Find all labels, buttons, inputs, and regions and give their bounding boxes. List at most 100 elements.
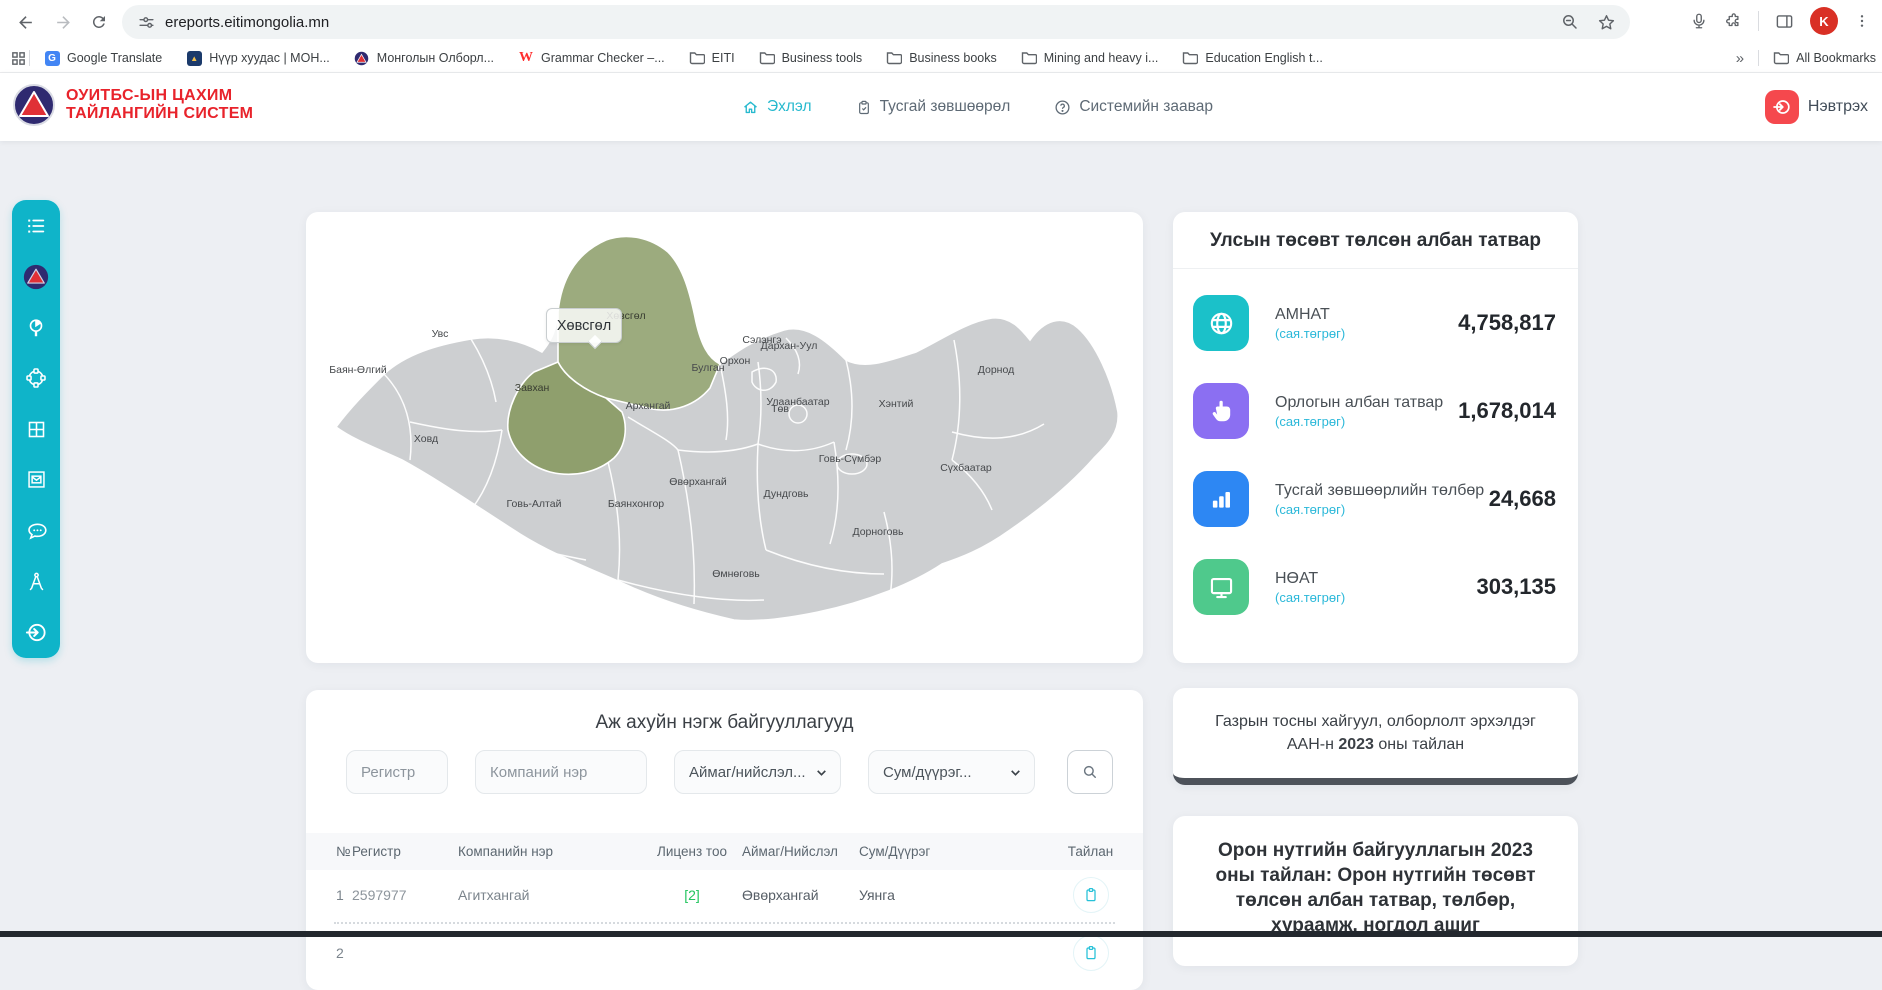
hub-network-icon[interactable] xyxy=(23,365,49,391)
bookmarks-bar: G Google Translate ▲ Нүүр хуудас | МОН..… xyxy=(0,44,1882,73)
nav-system-guide[interactable]: Системийн заавар xyxy=(1054,98,1213,116)
folder-icon xyxy=(1182,50,1198,66)
bookmark-mongol-olborloh[interactable]: Монголын Олборл... xyxy=(354,50,494,66)
report-clipboard-icon[interactable] xyxy=(1073,935,1109,971)
mail-square-icon[interactable] xyxy=(23,467,49,493)
company-filters: Аймаг/нийслэл... Сум/дүүрэг... xyxy=(306,750,1143,798)
eiti-favicon xyxy=(354,50,370,66)
map-tooltip: Хөвсгөл xyxy=(546,308,622,343)
stat-value: 4,758,817 xyxy=(1458,310,1556,336)
stat-value: 24,668 xyxy=(1489,486,1556,512)
chevron-down-icon xyxy=(1009,766,1022,779)
site-header: ОУИТБС-ЫН ЦАХИМ ТАЙЛАНГИЙН СИСТЕМ Эхлэл … xyxy=(0,73,1882,141)
folder-icon xyxy=(886,50,902,66)
register-input[interactable] xyxy=(346,750,448,794)
globe-icon xyxy=(1193,295,1249,351)
login-icon xyxy=(1765,90,1799,124)
bookmark-star-icon[interactable] xyxy=(1597,13,1616,32)
list-icon[interactable] xyxy=(23,213,49,239)
row-divider xyxy=(334,922,1115,924)
explore-magnifier-icon[interactable] xyxy=(23,315,49,341)
extensions-icon[interactable] xyxy=(1724,12,1742,30)
mic-icon[interactable] xyxy=(1690,12,1708,30)
folder-icon xyxy=(1021,50,1037,66)
logo-text-line2: ТАЙЛАНГИЙН СИСТЕМ xyxy=(66,105,253,123)
nav-special-license[interactable]: Тусгай зөвшөөрөл xyxy=(856,98,1011,116)
login-button[interactable]: Нэвтрэх xyxy=(1765,90,1868,124)
chat-dots-icon[interactable] xyxy=(23,518,49,544)
mongolia-map[interactable] xyxy=(306,212,1143,663)
stat-label: НӨАТ xyxy=(1275,570,1345,588)
stat-label: АМНАТ xyxy=(1275,306,1345,324)
forward-icon[interactable] xyxy=(48,7,78,37)
table-header: № Регистр Компанийн нэр Лиценз тоо Аймаг… xyxy=(306,833,1143,870)
bookmark-grammar-checker[interactable]: W Grammar Checker –... xyxy=(518,50,665,66)
reload-icon[interactable] xyxy=(84,7,114,37)
stat-unit: (сая.төгрөг) xyxy=(1275,590,1345,605)
stat-label: Орлогын албан татвар xyxy=(1275,394,1443,412)
w-favicon: W xyxy=(518,50,534,66)
compass-icon[interactable] xyxy=(23,568,49,594)
all-bookmarks[interactable]: All Bookmarks xyxy=(1773,50,1876,66)
gov-favicon: ▲ xyxy=(186,50,202,66)
grid-icon[interactable] xyxy=(23,416,49,442)
url-text[interactable]: ereports.eitimongolia.mn xyxy=(165,14,1561,31)
eiti-logo[interactable] xyxy=(23,264,49,290)
bookmark-folder-business-tools[interactable]: Business tools xyxy=(759,50,863,66)
stat-unit: (сая.төгрөг) xyxy=(1275,414,1443,429)
search-icon xyxy=(1081,763,1099,781)
oil-report-line2: ААН-н 2023 оны тайлан xyxy=(1287,736,1464,754)
stat-row-income-tax: Орлогын албан татвар (сая.төгрөг) 1,678,… xyxy=(1173,367,1578,455)
aimag-select[interactable]: Аймаг/нийслэл... xyxy=(674,750,841,794)
bar-chart-icon xyxy=(1193,471,1249,527)
eiti-logo xyxy=(12,83,56,127)
table-row: 1 2597977 Агитхангай [2] Өвөрхангай Уянг… xyxy=(306,870,1143,920)
main-nav: Эхлэл Тусгай зөвшөөрөл Системийн заавар xyxy=(742,73,1213,141)
bookmark-nuur-huudas[interactable]: ▲ Нүүр хуудас | МОН... xyxy=(186,50,330,66)
sum-select[interactable]: Сум/дүүрэг... xyxy=(868,750,1035,794)
monitor-icon xyxy=(1193,559,1249,615)
oil-report-line1: Газрын тосны хайгуул, олборлолт эрхэлдэг xyxy=(1215,713,1536,731)
side-panel-icon[interactable] xyxy=(1775,12,1794,31)
bookmark-google-translate[interactable]: G Google Translate xyxy=(44,50,162,66)
companies-card: Аж ахуйн нэгж байгууллагууд Аймаг/нийслэ… xyxy=(306,690,1143,990)
translate-favicon: G xyxy=(44,50,60,66)
report-clipboard-icon[interactable] xyxy=(1073,877,1109,913)
stat-row-license-fee: Тусгай зөвшөөрлийн төлбөр (сая.төгрөг) 2… xyxy=(1173,455,1578,543)
stat-value: 303,135 xyxy=(1476,574,1556,600)
profile-avatar[interactable]: K xyxy=(1810,7,1838,35)
company-name-input[interactable] xyxy=(475,750,647,794)
stat-row-amnat: АМНАТ (сая.төгрөг) 4,758,817 xyxy=(1173,279,1578,367)
bookmarks-overflow-icon[interactable]: » xyxy=(1736,50,1744,67)
oil-report-card[interactable]: Газрын тосны хайгуул, олборлолт эрхэлдэг… xyxy=(1173,688,1578,785)
address-bar[interactable]: ereports.eitimongolia.mn xyxy=(122,5,1630,39)
stat-value: 1,678,014 xyxy=(1458,398,1556,424)
zoom-out-icon[interactable] xyxy=(1561,13,1579,31)
screen-bottom-edge xyxy=(0,931,1882,937)
menu-kebab-icon[interactable] xyxy=(1854,13,1870,29)
bookmark-folder-education[interactable]: Education English t... xyxy=(1182,50,1322,66)
nav-home[interactable]: Эхлэл xyxy=(742,98,812,116)
home-icon xyxy=(742,99,759,116)
stats-title: Улсын төсөвт төлсөн албан татвар xyxy=(1173,212,1578,268)
stat-label: Тусгай зөвшөөрлийн төлбөр xyxy=(1275,482,1484,500)
folder-icon xyxy=(759,50,775,66)
help-circle-icon xyxy=(1054,99,1071,116)
exit-circle-icon[interactable] xyxy=(23,619,49,645)
bookmark-folder-business-books[interactable]: Business books xyxy=(886,50,997,66)
clipboard-icon xyxy=(856,99,872,116)
site-info-icon[interactable] xyxy=(138,14,155,31)
site-logo[interactable]: ОУИТБС-ЫН ЦАХИМ ТАЙЛАНГИЙН СИСТЕМ xyxy=(12,83,253,127)
local-report-card[interactable]: Орон нутгийн байгууллагын 2023 оны тайла… xyxy=(1173,816,1578,966)
back-icon[interactable] xyxy=(10,7,40,37)
bookmark-folder-mining[interactable]: Mining and heavy i... xyxy=(1021,50,1159,66)
folder-icon xyxy=(1773,50,1789,66)
browser-toolbar: ereports.eitimongolia.mn K xyxy=(0,0,1882,44)
search-button[interactable] xyxy=(1067,750,1113,794)
bookmark-folder-eiti[interactable]: EITI xyxy=(689,50,735,66)
companies-title: Аж ахуйн нэгж байгууллагууд xyxy=(306,690,1143,734)
hand-pointer-icon xyxy=(1193,383,1249,439)
apps-grid-icon[interactable] xyxy=(10,50,27,67)
stat-unit: (сая.төгрөг) xyxy=(1275,326,1345,341)
stat-unit: (сая.төгрөг) xyxy=(1275,502,1484,517)
